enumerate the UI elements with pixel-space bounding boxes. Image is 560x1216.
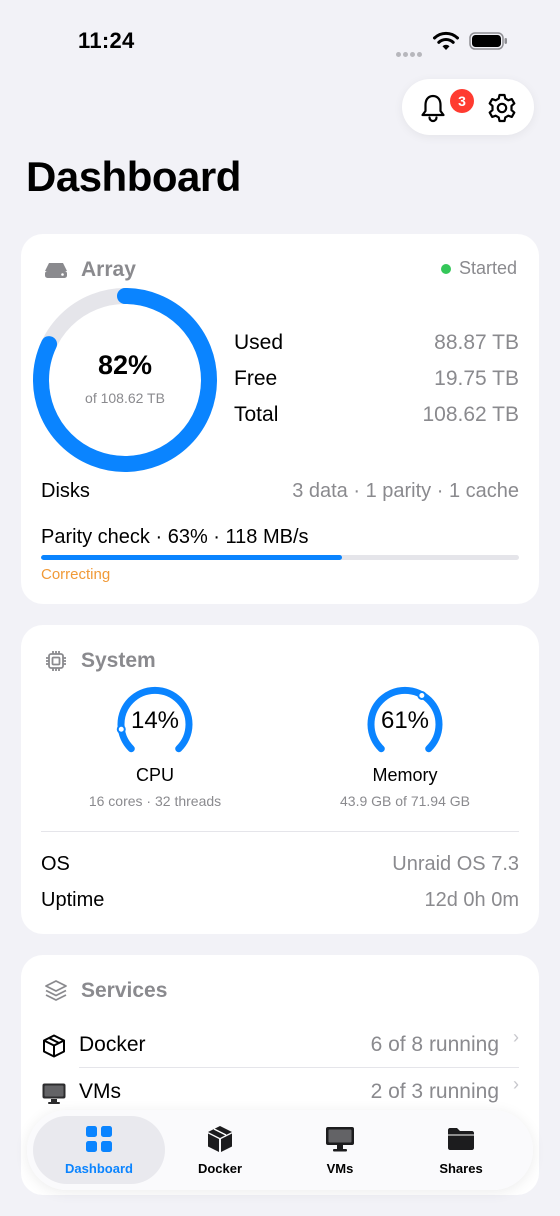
uptime-row: Uptime 12d 0h 0m: [41, 889, 519, 919]
service-divider: [79, 1067, 519, 1068]
array-header: Array: [43, 256, 136, 284]
os-value: Unraid OS 7.3: [392, 853, 519, 875]
drive-icon: [45, 263, 67, 278]
parity-state: Correcting: [41, 566, 111, 583]
tab-shares[interactable]: Shares: [398, 1110, 524, 1190]
memory-percent: 61%: [380, 707, 430, 734]
chevron-right-icon: ›: [513, 1074, 519, 1094]
service-name: VMs: [79, 1080, 121, 1103]
battery-icon: [469, 32, 507, 50]
tab-label: VMs: [326, 1161, 354, 1176]
notifications-button[interactable]: 3: [416, 89, 474, 125]
free-value: 19.75 TB: [434, 367, 519, 390]
notification-badge: 3: [450, 89, 474, 113]
used-row: Used 88.87 TB: [234, 331, 519, 361]
total-value: 108.62 TB: [422, 403, 519, 426]
os-row: OS Unraid OS 7.3: [41, 853, 519, 883]
wifi-icon: [433, 31, 459, 50]
os-label: OS: [41, 853, 70, 875]
cpu-detail: 16 cores · 32 threads: [88, 793, 222, 809]
tab-label: Docker: [197, 1161, 243, 1176]
memory-label: Memory: [372, 765, 438, 785]
cpu-gauge: 14% CPU 16 cores · 32 threads: [55, 681, 255, 821]
monitor-icon: [326, 1127, 354, 1152]
chevron-right-icon: ›: [513, 1027, 519, 1047]
bell-icon: [421, 94, 445, 123]
system-divider: [41, 831, 519, 832]
settings-button[interactable]: [485, 91, 519, 125]
tab-dashboard[interactable]: Dashboard: [33, 1116, 165, 1184]
usage-ring: 82% of 108.62 TB: [31, 286, 219, 474]
cpu-label: CPU: [135, 765, 174, 785]
total-label: Total: [234, 403, 279, 426]
header-actions: 3: [402, 79, 534, 135]
service-count: 2 of 3 running: [370, 1080, 499, 1103]
used-value: 88.87 TB: [434, 331, 519, 354]
disks-value: 3 data · 1 parity · 1 cache: [292, 480, 519, 502]
cpu-icon: [46, 651, 66, 671]
status-bar: 11:24: [0, 0, 560, 84]
usage-capacity: of 108.62 TB: [85, 390, 165, 406]
status-dot: [440, 263, 451, 274]
tab-bar: Dashboard Docker VMs Shares: [27, 1110, 533, 1190]
array-card[interactable]: Array Started 82% of 108.62 TB Used 88.8…: [21, 234, 539, 604]
free-row: Free 19.75 TB: [234, 367, 519, 397]
page-title: Dashboard: [26, 153, 241, 200]
array-status: Started: [440, 258, 517, 279]
cpu-percent: 14%: [130, 707, 180, 734]
service-row-docker[interactable]: Docker 6 of 8 running ›: [41, 1025, 519, 1071]
grid-icon: [86, 1126, 112, 1152]
system-card[interactable]: System 14% CPU 16 cores · 32 threads 61%…: [21, 625, 539, 934]
usage-percent: 82%: [97, 350, 153, 380]
parity-progress-bar: [41, 555, 519, 560]
folder-icon: [448, 1128, 474, 1150]
services-header: Services: [43, 977, 167, 1005]
status-time: 11:24: [78, 28, 135, 53]
tab-docker[interactable]: Docker: [157, 1110, 283, 1190]
services-title: Services: [81, 979, 168, 1002]
memory-detail: 43.9 GB of 71.94 GB: [340, 793, 470, 809]
parity-check-text: Parity check · 63% · 118 MB/s: [41, 526, 309, 548]
free-label: Free: [234, 367, 278, 390]
total-row: Total 108.62 TB: [234, 403, 519, 433]
uptime-label: Uptime: [41, 889, 105, 911]
signal-dots-icon: [396, 44, 426, 57]
system-title: System: [81, 649, 156, 672]
tab-label: Dashboard: [65, 1161, 133, 1176]
disks-row: Disks 3 data · 1 parity · 1 cache: [41, 480, 519, 510]
layers-icon: [45, 980, 67, 1001]
tab-label: Shares: [439, 1161, 483, 1176]
used-label: Used: [234, 331, 284, 354]
uptime-value: 12d 0h 0m: [424, 889, 519, 911]
service-name: Docker: [79, 1033, 146, 1056]
service-count: 6 of 8 running: [370, 1033, 499, 1056]
box-icon: [208, 1126, 232, 1152]
monitor-icon: [42, 1083, 66, 1104]
array-title: Array: [81, 258, 136, 281]
box-icon: [43, 1034, 65, 1058]
system-header: System: [43, 647, 156, 675]
disks-label: Disks: [41, 480, 90, 502]
tab-vms[interactable]: VMs: [277, 1110, 403, 1190]
memory-gauge: 61% Memory 43.9 GB of 71.94 GB: [305, 681, 505, 821]
parity-progress-fill: [41, 555, 343, 560]
gear-icon: [488, 93, 516, 123]
array-status-text: Started: [458, 258, 517, 278]
memory-gauge-knob: [417, 690, 427, 700]
